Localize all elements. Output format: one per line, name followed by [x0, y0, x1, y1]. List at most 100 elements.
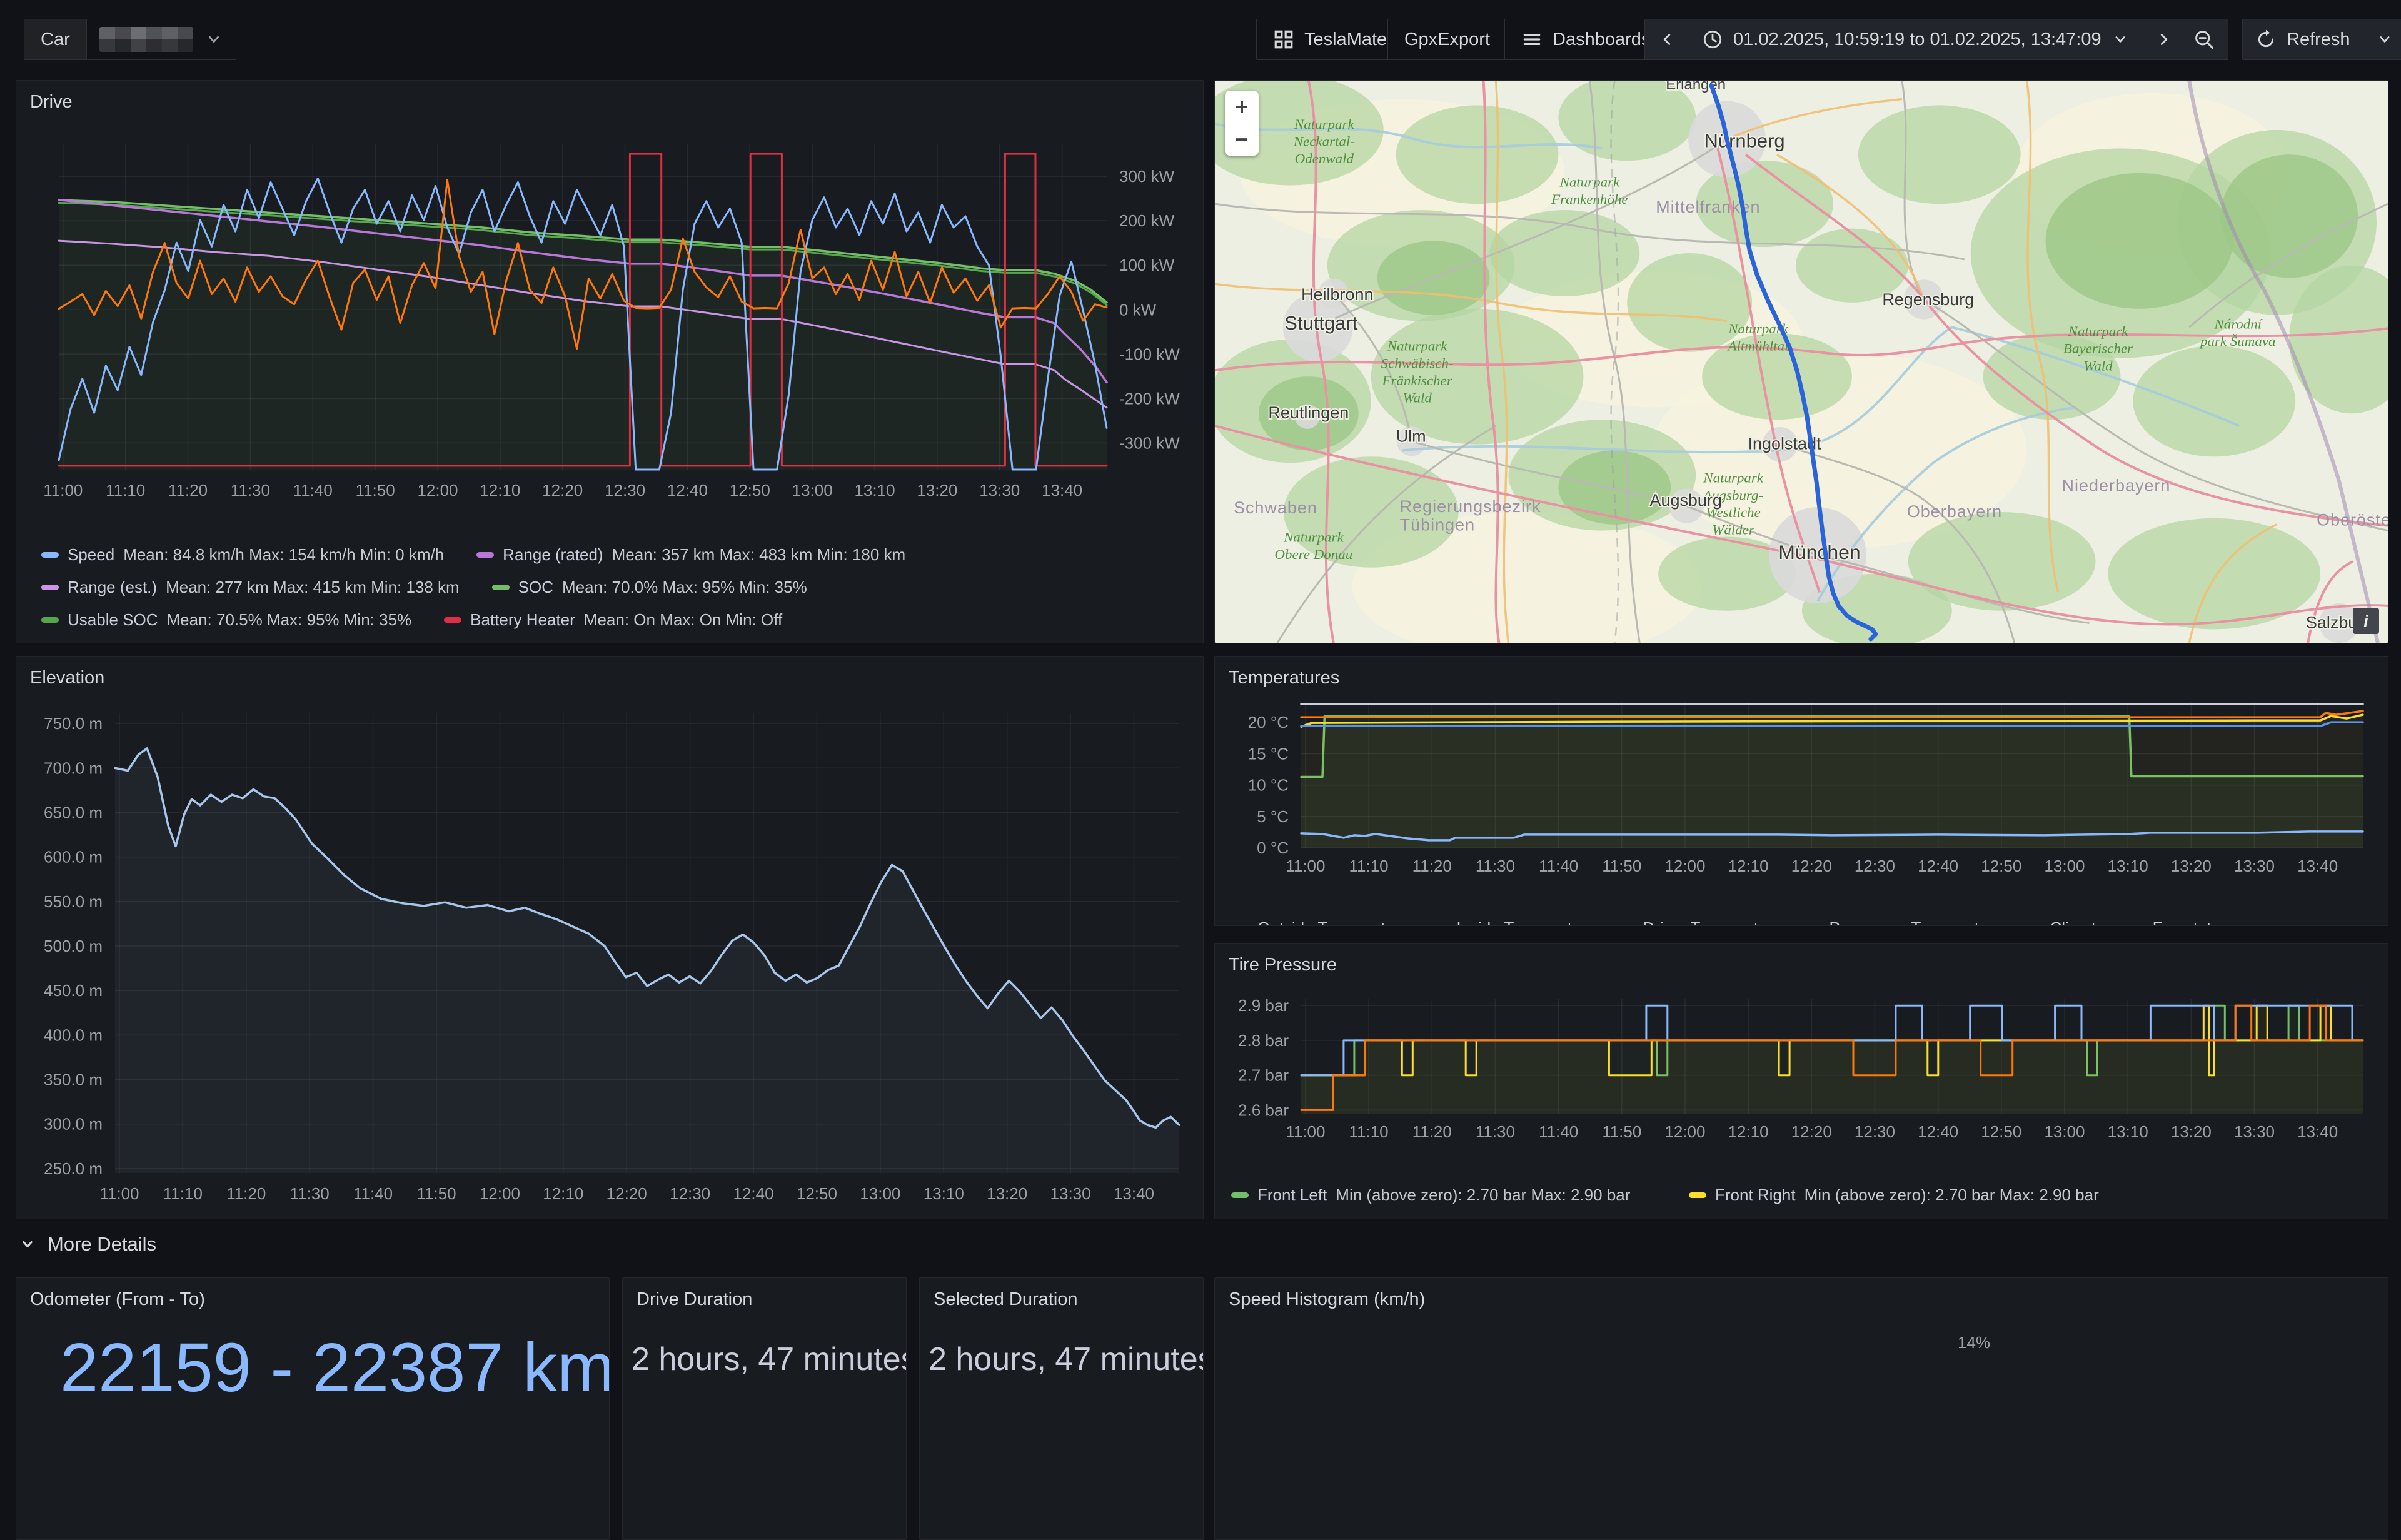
map-region-label: Oberösterreich: [2317, 511, 2388, 530]
route-map[interactable]: NaturparkNeckartal-OdenwaldNaturparkFran…: [1215, 81, 2388, 643]
legend-swatch: [41, 585, 59, 590]
svg-text:750.0 m: 750.0 m: [44, 714, 103, 733]
legend-item[interactable]: Passenger Temperature: [1803, 915, 2002, 926]
svg-text:12:00: 12:00: [1664, 1122, 1705, 1141]
refresh-button[interactable]: Refresh: [2243, 19, 2363, 59]
svg-text:700.0 m: 700.0 m: [44, 758, 103, 777]
legend-stats: Min (above zero): 2.60 bar Max: 2.90 bar: [1801, 1218, 2096, 1220]
map-city-label: Reutlingen: [1268, 403, 1349, 422]
legend-label: Range (est.): [68, 578, 157, 597]
legend-swatch: [2023, 925, 2041, 927]
legend-stats: Mean: On Max: On Min: Off: [584, 610, 782, 630]
svg-text:500.0 m: 500.0 m: [44, 937, 103, 955]
svg-text:11:20: 11:20: [1412, 1122, 1452, 1141]
map-zoom-out-button[interactable]: −: [1225, 123, 1259, 156]
svg-text:11:40: 11:40: [353, 1184, 393, 1203]
chevron-down-icon: [2376, 31, 2393, 48]
legend-item[interactable]: Inside Temperature: [1430, 915, 1595, 926]
svg-text:11:30: 11:30: [290, 1184, 330, 1203]
map-city-label: Augsburg: [1649, 491, 1721, 510]
map-park-label: park Šumava: [2199, 333, 2276, 349]
zoom-out-button[interactable]: [2180, 19, 2228, 59]
legend-label: Climate: [2050, 918, 2105, 927]
svg-text:13:20: 13:20: [2171, 857, 2212, 875]
svg-text:11:30: 11:30: [1476, 1122, 1515, 1141]
drive-panel-title: Drive: [16, 81, 1203, 113]
time-shift-back-button[interactable]: [1645, 19, 1689, 59]
svg-text:12:10: 12:10: [543, 1184, 583, 1203]
svg-text:12:50: 12:50: [1981, 1122, 2021, 1141]
map-zoom-in-button[interactable]: +: [1225, 91, 1259, 123]
svg-text:0 °C: 0 °C: [1257, 838, 1289, 857]
gpxexport-button[interactable]: GpxExport: [1387, 19, 1507, 60]
legend-label: Inside Temperature: [1456, 918, 1595, 927]
legend-label: Rear Left: [1257, 1218, 1324, 1220]
map-region-label: Niederbayern: [2062, 476, 2171, 495]
teslamate-button[interactable]: TeslaMate: [1256, 19, 1404, 60]
svg-text:13:20: 13:20: [987, 1184, 1027, 1203]
elevation-chart[interactable]: 11:0011:1011:2011:3011:4011:5012:0012:10…: [29, 697, 1190, 1208]
svg-text:100 kW: 100 kW: [1119, 256, 1175, 274]
svg-text:13:00: 13:00: [2044, 1122, 2085, 1141]
svg-text:5 °C: 5 °C: [1257, 807, 1289, 826]
svg-text:11:10: 11:10: [163, 1184, 203, 1203]
car-variable-value[interactable]: [86, 19, 236, 60]
svg-text:13:40: 13:40: [1042, 481, 1082, 500]
legend-item[interactable]: Fan status: [2127, 915, 2228, 926]
legend-item[interactable]: Battery HeaterMean: On Max: On Min: Off: [444, 606, 782, 633]
elevation-panel: Elevation 11:0011:1011:2011:3011:4011:50…: [16, 656, 1204, 1219]
more-details-row-toggle[interactable]: More Details: [19, 1233, 156, 1256]
legend-label: Rear Right: [1715, 1218, 1793, 1220]
legend-item[interactable]: Front LeftMin (above zero): 2.70 bar Max…: [1231, 1182, 1656, 1208]
svg-text:300 kW: 300 kW: [1119, 167, 1175, 186]
temperatures-panel-title: Temperatures: [1215, 657, 2388, 688]
svg-text:2.8 bar: 2.8 bar: [1238, 1031, 1289, 1050]
svg-text:15 °C: 15 °C: [1248, 744, 1289, 763]
legend-item[interactable]: SpeedMean: 84.8 km/h Max: 154 km/h Min: …: [41, 541, 444, 568]
svg-text:12:10: 12:10: [480, 481, 520, 500]
map-city-label: Stuttgart: [1284, 312, 1357, 334]
car-variable-select[interactable]: Car: [24, 19, 236, 60]
legend-item[interactable]: Range (rated)Mean: 357 km Max: 483 km Mi…: [476, 541, 905, 568]
chevron-right-icon: [2155, 30, 2173, 49]
legend-label: Front Right: [1715, 1185, 1796, 1205]
svg-text:13:10: 13:10: [2108, 857, 2148, 875]
map-park-label: Frankenhöhe: [1551, 191, 1628, 207]
map-park-label: Naturpark: [1283, 529, 1344, 545]
time-range-controls: 01.02.2025, 10:59:19 to 01.02.2025, 13:4…: [1644, 19, 2187, 60]
legend-item[interactable]: SOCMean: 70.0% Max: 95% Min: 35%: [492, 574, 807, 600]
svg-text:11:00: 11:00: [1286, 857, 1325, 875]
legend-stats: Min (above zero): 2.70 bar Max: 2.90 bar: [1805, 1185, 2099, 1205]
legend-item[interactable]: Rear LeftMin (above zero): 2.70 bar Max:…: [1231, 1214, 1656, 1219]
legend-item[interactable]: Driver Temperature: [1616, 915, 1781, 926]
legend-label: Outside Temperature: [1257, 918, 1409, 927]
map-park-label: Schwäbisch-: [1381, 355, 1454, 371]
temperatures-chart[interactable]: 11:0011:1011:2011:3011:4011:5012:0012:10…: [1227, 693, 2377, 880]
legend-item[interactable]: Range (est.)Mean: 277 km Max: 415 km Min…: [41, 574, 460, 600]
map-region-label: Regierungsbezirk: [1400, 497, 1541, 516]
map-city-label: Regensburg: [1882, 290, 1974, 309]
legend-item[interactable]: Rear Right Min (above zero): 2.60 bar Max…: [1689, 1214, 2114, 1219]
speed-histogram-bar-label: 14%: [1958, 1333, 1990, 1352]
legend-item[interactable]: Outside Temperature: [1231, 915, 1409, 926]
svg-text:11:50: 11:50: [416, 1184, 456, 1203]
time-range-picker[interactable]: 01.02.2025, 10:59:19 to 01.02.2025, 13:4…: [1689, 19, 2142, 59]
map-park-label: Naturpark: [1703, 470, 1764, 486]
dashboards-button[interactable]: Dashboards: [1504, 19, 1667, 60]
svg-text:550.0 m: 550.0 m: [44, 892, 103, 911]
legend-label: Passenger Temperature: [1829, 918, 2002, 927]
refresh-interval-dropdown[interactable]: [2363, 19, 2401, 59]
odometer-panel: Odometer (From - To) 22159 - 22387 km: [16, 1277, 610, 1540]
tire-pressure-chart[interactable]: 11:0011:1011:2011:3011:4011:5012:0012:10…: [1227, 980, 2377, 1146]
legend-item[interactable]: Climate: [2023, 915, 2105, 926]
svg-text:11:20: 11:20: [226, 1184, 266, 1203]
legend-item[interactable]: Usable SOCMean: 70.5% Max: 95% Min: 35%: [41, 606, 411, 633]
legend-item[interactable]: Front Right Min (above zero): 2.70 bar Ma…: [1689, 1182, 2114, 1208]
map-attribution-info-button[interactable]: i: [2353, 608, 2379, 634]
svg-text:2.7 bar: 2.7 bar: [1238, 1066, 1289, 1085]
drive-duration-value: 2 hours, 47 minutes: [632, 1341, 907, 1378]
drive-chart[interactable]: 11:0011:1011:2011:3011:4011:5012:0012:10…: [29, 119, 1190, 506]
legend-item[interactable]: PowerMean: 15.0 kW Max: 292 kW Min: -88 …: [795, 642, 1175, 643]
legend-stats: Min (above zero): 2.70 bar Max: 2.90 bar: [1336, 1185, 1630, 1205]
map-park-label: Neckartal-: [1293, 134, 1355, 149]
